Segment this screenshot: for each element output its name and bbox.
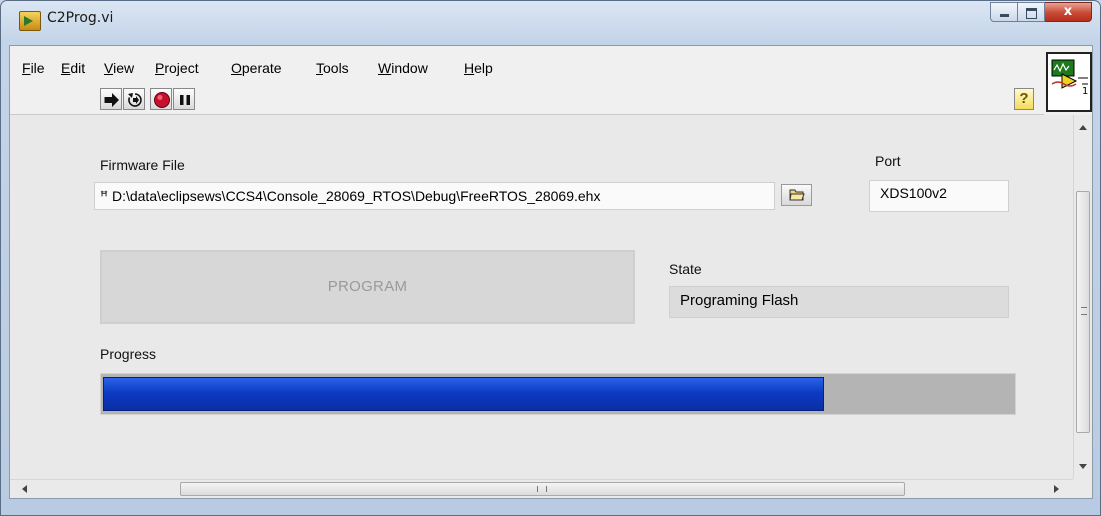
menu-edit-mnemonic: E xyxy=(61,60,71,76)
state-value: Programing Flash xyxy=(680,292,799,309)
grip-icon xyxy=(1081,307,1087,315)
program-button-label: PROGRAM xyxy=(327,278,408,295)
port-field[interactable]: XDS100v2 xyxy=(869,180,1009,212)
pause-button[interactable] xyxy=(173,88,195,110)
vertical-scrollbar[interactable] xyxy=(1073,115,1092,479)
progress-bar-fill xyxy=(103,377,824,411)
menu-edit-label: dit xyxy=(70,60,86,76)
menu-edit[interactable]: Edit xyxy=(61,60,85,76)
menu-operate-mnemonic: O xyxy=(231,60,242,76)
scroll-left-icon[interactable] xyxy=(22,485,27,493)
vi-counter-label: 1 xyxy=(1082,86,1088,97)
browse-button[interactable] xyxy=(781,184,812,206)
front-panel: Firmware File ꟸ D:\data\eclipsews\CCS4\C… xyxy=(10,115,1073,479)
port-value: XDS100v2 xyxy=(880,185,947,201)
program-button[interactable]: PROGRAM xyxy=(100,250,635,324)
run-continuously-button[interactable] xyxy=(123,88,145,110)
window-title: C2Prog.vi xyxy=(47,10,114,26)
menu-window-mnemonic: W xyxy=(378,60,392,76)
firmware-file-label: Firmware File xyxy=(100,157,185,173)
menu-help-mnemonic: H xyxy=(464,60,475,76)
vertical-scroll-thumb[interactable] xyxy=(1076,191,1090,433)
context-help-button[interactable]: ? xyxy=(1014,88,1034,110)
port-label: Port xyxy=(875,153,901,169)
menu-window-label: indow xyxy=(391,60,428,76)
horizontal-scroll-thumb[interactable] xyxy=(180,482,905,496)
menu-project-mnemonic: P xyxy=(155,60,165,76)
run-continuously-icon xyxy=(128,93,142,107)
menu-view-label: iew xyxy=(113,60,135,76)
menu-help-label: elp xyxy=(474,60,493,76)
state-label: State xyxy=(669,261,702,277)
help-icon: ? xyxy=(1019,90,1029,107)
progress-label: Progress xyxy=(100,346,157,362)
menu-file-label: ile xyxy=(30,60,45,76)
title-bar[interactable]: C2Prog.vi x xyxy=(1,1,1100,45)
close-button[interactable]: x xyxy=(1045,2,1092,22)
caption-buttons: x xyxy=(990,2,1092,24)
scroll-right-icon[interactable] xyxy=(1054,485,1059,493)
menu-bar: File Edit View Project Operate Tools Win… xyxy=(10,46,1044,80)
horizontal-scrollbar[interactable] xyxy=(10,479,1073,498)
folder-open-icon xyxy=(789,189,805,201)
abort-button[interactable] xyxy=(150,88,172,110)
menu-file-mnemonic: F xyxy=(22,60,31,76)
toolbar: ? xyxy=(10,80,1044,115)
menu-view-mnemonic: V xyxy=(104,60,114,76)
maximize-button[interactable] xyxy=(1018,2,1045,22)
menu-project-label: roject xyxy=(164,60,199,76)
progress-bar xyxy=(100,373,1016,415)
menu-help[interactable]: Help xyxy=(464,60,493,76)
menu-window[interactable]: Window xyxy=(378,60,428,76)
menu-tools-label: ools xyxy=(323,60,349,76)
menu-operate-label: perate xyxy=(241,60,282,76)
size-grip[interactable] xyxy=(1073,479,1092,498)
close-icon: x xyxy=(1063,4,1073,19)
app-window: C2Prog.vi x File Edit View Project Opera… xyxy=(0,0,1101,516)
path-icon: ꟸ xyxy=(100,188,109,204)
scroll-up-icon[interactable] xyxy=(1079,125,1087,130)
run-arrow-icon xyxy=(104,93,119,107)
abort-icon xyxy=(154,92,170,108)
state-indicator: Programing Flash xyxy=(669,286,1009,318)
menu-view[interactable]: View xyxy=(104,60,134,76)
grip-icon xyxy=(537,486,547,492)
firmware-path-field[interactable]: ꟸ D:\data\eclipsews\CCS4\Console_28069_R… xyxy=(94,182,775,210)
menu-project[interactable]: Project xyxy=(155,60,199,76)
minimize-button[interactable] xyxy=(990,2,1018,22)
firmware-path-value: D:\data\eclipsews\CCS4\Console_28069_RTO… xyxy=(111,188,601,204)
vi-graph-icon: 1 xyxy=(1051,59,1088,97)
labview-vi-icon xyxy=(19,11,41,31)
pause-icon xyxy=(180,95,190,105)
vi-connector-icon[interactable]: 1 xyxy=(1046,52,1092,112)
menu-tools[interactable]: Tools xyxy=(316,60,349,76)
menu-tools-mnemonic: T xyxy=(316,60,323,76)
client-area: File Edit View Project Operate Tools Win… xyxy=(9,45,1093,499)
menu-file[interactable]: File xyxy=(22,60,45,76)
run-button[interactable] xyxy=(100,88,122,110)
scroll-down-icon[interactable] xyxy=(1079,464,1087,469)
menu-operate[interactable]: Operate xyxy=(231,60,282,76)
